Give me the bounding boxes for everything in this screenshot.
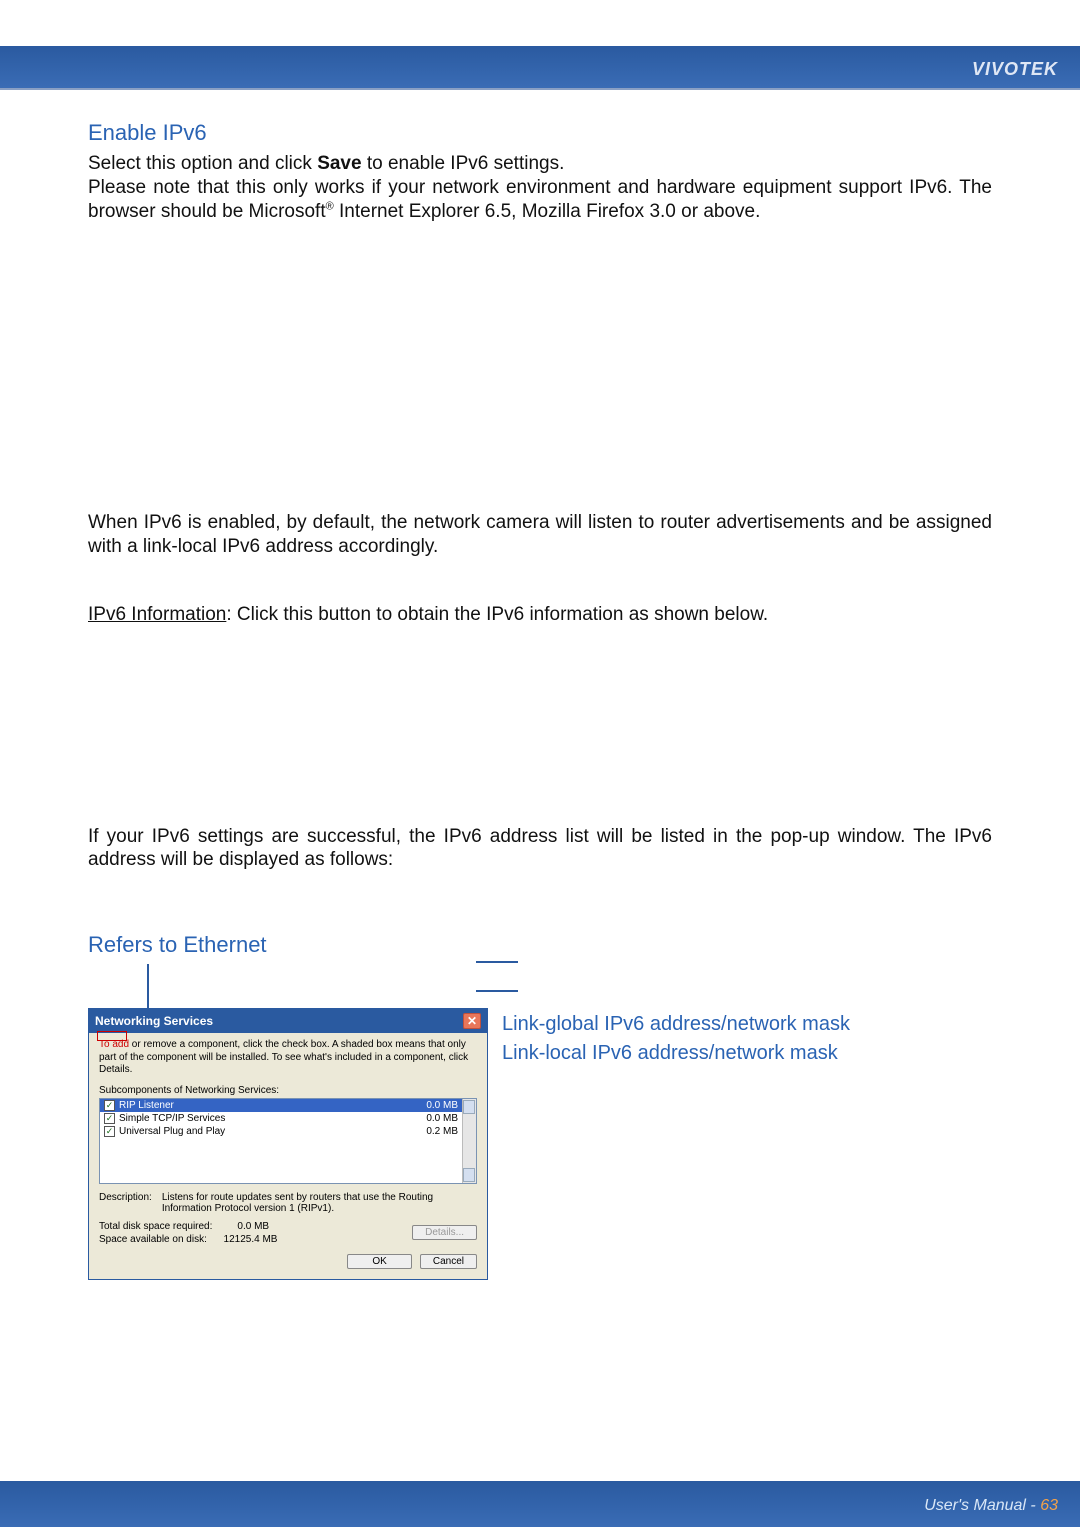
list-item-upnp[interactable]: ✓ Universal Plug and Play 0.2 MB [100,1125,476,1138]
scrollbar[interactable] [462,1099,476,1183]
footer-band: User's Manual - 63 [0,1481,1080,1527]
p1b: to enable IPv6 settings. [362,153,565,174]
paragraph-1: Select this option and click Save to ena… [88,152,992,176]
ok-button[interactable]: OK [347,1254,411,1269]
list-item-rip-listener[interactable]: ✓ RIP Listener 0.0 MB [100,1099,476,1112]
checkbox-icon[interactable]: ✓ [104,1113,115,1124]
item-label: RIP Listener [119,1100,174,1111]
item-label: Universal Plug and Play [119,1126,225,1137]
disk-info: Total disk space required: 0.0 MB Space … [99,1220,277,1246]
p4b: : Click this button to obtain the IPv6 i… [226,604,768,625]
disk-req-val: 0.0 MB [237,1221,269,1232]
connector-line-global [476,961,518,963]
refers-to-ethernet: Refers to Ethernet [88,932,992,958]
dialog-titlebar: Networking Services ✕ [89,1009,487,1033]
details-button[interactable]: Details... [412,1225,477,1240]
hint-rest: or remove a component, click the check b… [99,1039,468,1075]
footer-text: User's Manual - [924,1497,1040,1514]
cancel-button[interactable]: Cancel [420,1254,477,1269]
header-band: VIVOTEK [0,46,1080,88]
paragraph-4: IPv6 Information: Click this button to o… [88,603,992,627]
diagram-row: Networking Services ✕ To add or remove a… [88,964,992,1280]
paragraph-2: Please note that this only works if your… [88,176,992,224]
subcomponents-listbox[interactable]: ✓ RIP Listener 0.0 MB ✓ Simple TCP/IP Se… [99,1098,477,1184]
item-label: Simple TCP/IP Services [119,1113,225,1124]
dialog-title-text: Networking Services [95,1014,213,1028]
top-margin [0,0,1080,46]
p2b: Internet Explorer 6.5, Mozilla Firefox 3… [334,201,761,222]
figure-placeholder-1 [88,223,992,511]
annotation-link-global: Link-global IPv6 address/network mask [502,1010,850,1039]
description-label: Description: [99,1192,152,1214]
footer-label: User's Manual - 63 [924,1497,1058,1515]
registered-mark: ® [326,200,334,212]
p1-bold-save: Save [317,153,361,174]
scroll-up-icon[interactable] [463,1100,475,1114]
ipv6-info-underline: IPv6 Information [88,604,226,625]
p1a: Select this option and click [88,153,317,174]
disk-req-label: Total disk space required: [99,1221,212,1232]
page-content: Enable IPv6 Select this option and click… [0,90,1080,1280]
description-row: Description: Listens for route updates s… [99,1192,477,1214]
networking-services-dialog: Networking Services ✕ To add or remove a… [88,1008,488,1280]
connector-line [126,964,170,1008]
close-icon[interactable]: ✕ [463,1013,481,1029]
figure-placeholder-2 [88,627,992,825]
section-title-enable-ipv6: Enable IPv6 [88,120,992,146]
subcomponents-label: Subcomponents of Networking Services: [99,1085,477,1096]
dialog-hint: To add or remove a component, click the … [99,1039,477,1077]
callout-box [97,1031,127,1041]
scroll-down-icon[interactable] [463,1168,475,1182]
disk-avail-val: 12125.4 MB [224,1234,278,1245]
annotation-link-local: Link-local IPv6 address/network mask [502,1039,850,1068]
checkbox-icon[interactable]: ✓ [104,1126,115,1137]
dialog-button-row: OK Cancel [99,1254,477,1269]
brand-label: VIVOTEK [972,59,1058,80]
list-item-simple-tcpip[interactable]: ✓ Simple TCP/IP Services 0.0 MB [100,1112,476,1125]
annotation-column: Link-global IPv6 address/network mask Li… [502,964,850,1068]
checkbox-icon[interactable]: ✓ [104,1100,115,1111]
paragraph-3: When IPv6 is enabled, by default, the ne… [88,511,992,559]
description-text: Listens for route updates sent by router… [162,1192,477,1214]
paragraph-5: If your IPv6 settings are successful, th… [88,825,992,873]
connector-line-local [476,990,518,992]
page-number: 63 [1040,1497,1058,1514]
disk-avail-label: Space available on disk: [99,1234,207,1245]
